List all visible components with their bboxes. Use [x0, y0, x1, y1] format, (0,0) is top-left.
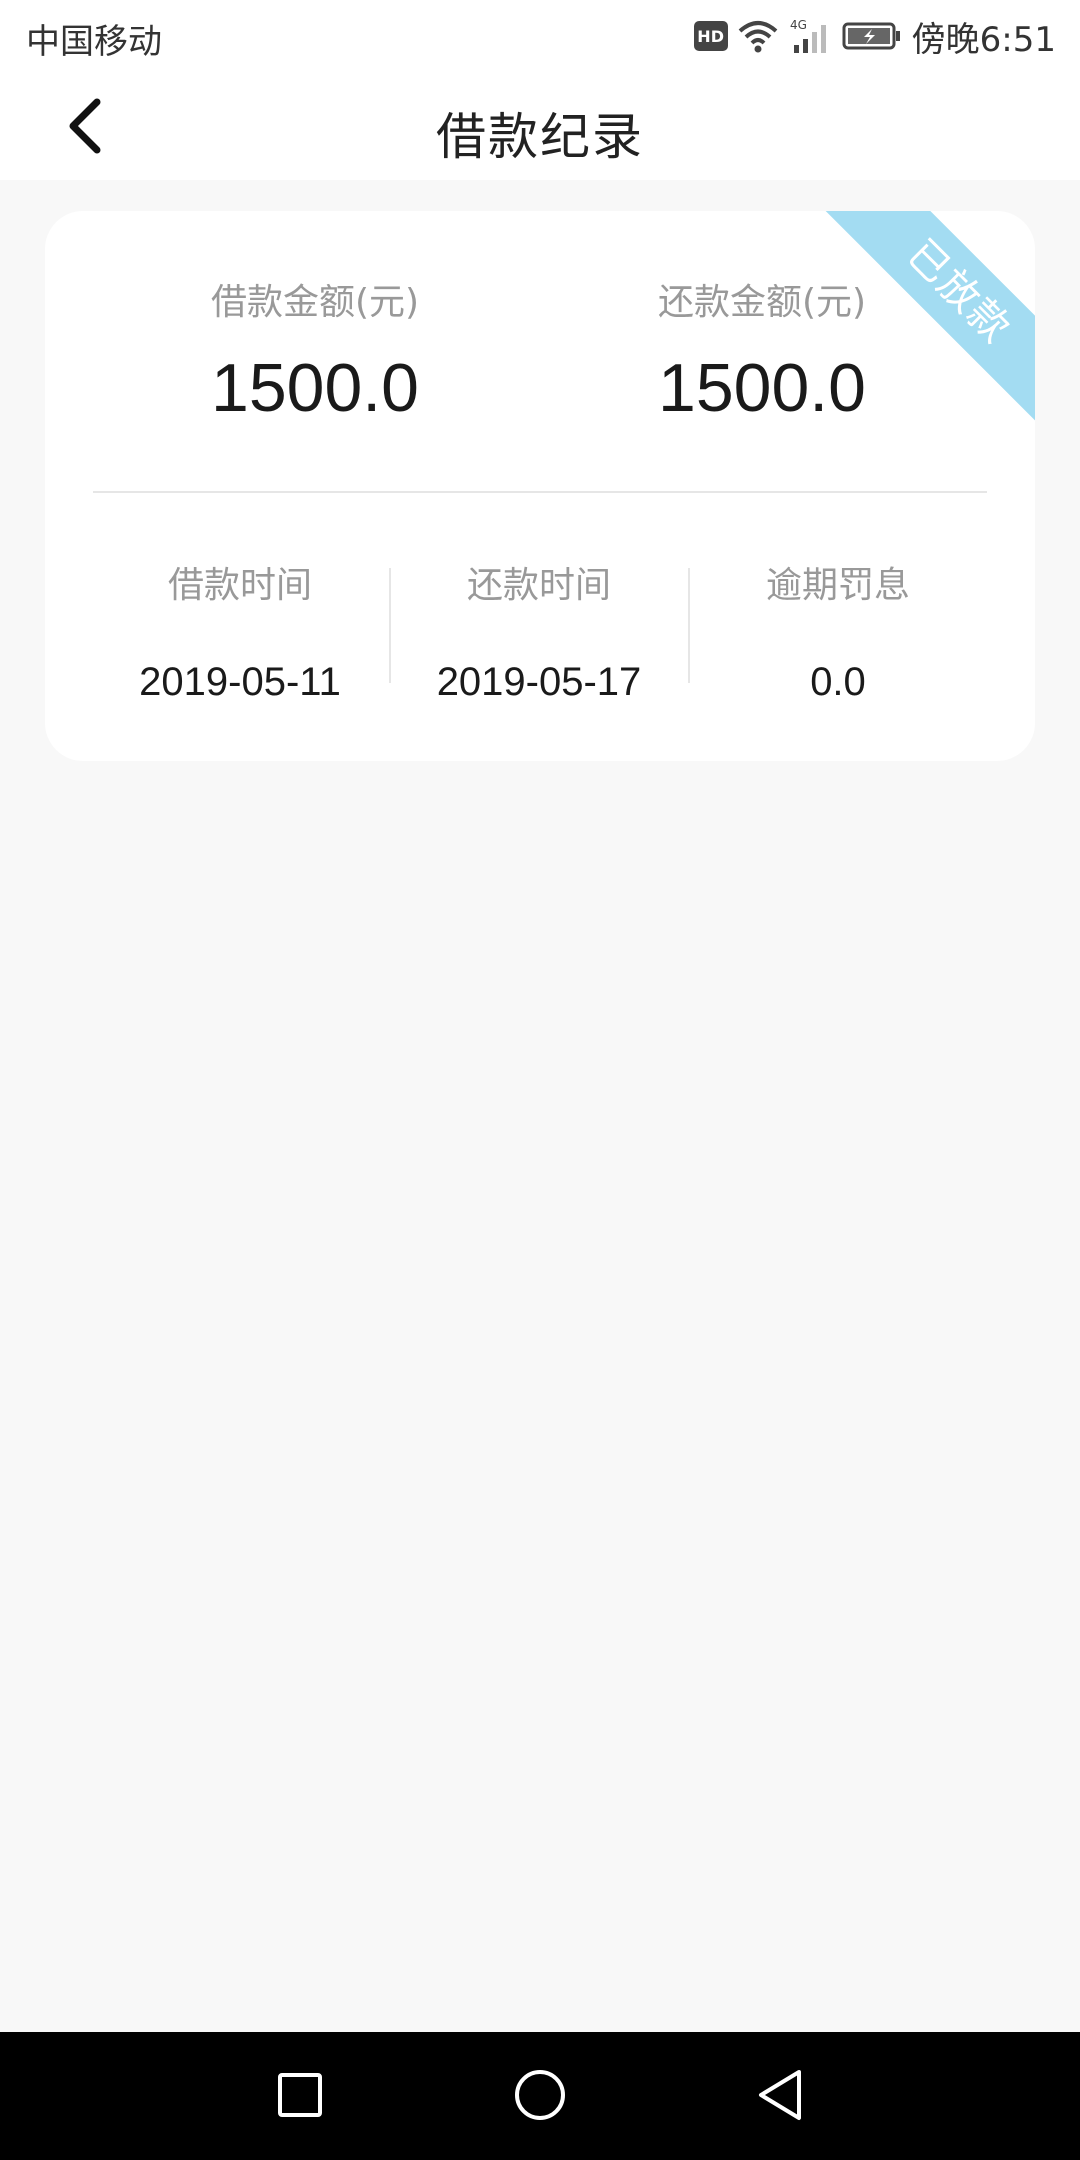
repay-date-label: 还款时间 — [466, 565, 611, 606]
card-divider — [93, 491, 987, 493]
loan-date-block: 借款时间 2019-05-11 — [90, 556, 390, 705]
system-nav-bar — [0, 2032, 1080, 2160]
status-bar: 中国移动 HD 4G 傍晚6:51 — [0, 0, 1080, 75]
signal-icon: 4G — [788, 17, 832, 55]
repay-amount-label: 还款金额(元) — [657, 282, 867, 323]
repay-date-value: 2019-05-17 — [436, 660, 642, 704]
overdue-fee-label: 逾期罚息 — [765, 565, 910, 606]
carrier-name: 中国移动 — [26, 22, 162, 62]
recent-apps-button[interactable] — [265, 2062, 335, 2132]
loan-record-card[interactable]: 已放款 借款金额(元) 1500.0 还款金额(元) 1500.0 借款时间 2… — [45, 211, 1035, 761]
overdue-fee-block: 逾期罚息 0.0 — [688, 556, 988, 705]
square-icon — [277, 2072, 323, 2122]
triangle-back-icon — [755, 2068, 805, 2126]
loan-amount-label: 借款金额(元) — [210, 282, 420, 323]
repay-amount-block: 还款金额(元) 1500.0 — [537, 273, 987, 427]
page-title: 借款纪录 — [436, 108, 644, 166]
status-icons: HD 4G 傍晚6:51 — [693, 10, 1056, 62]
hd-icon: HD — [693, 21, 728, 51]
loan-amount-block: 借款金额(元) 1500.0 — [90, 273, 540, 427]
repay-date-block: 还款时间 2019-05-17 — [389, 556, 689, 705]
battery-charging-icon — [842, 21, 902, 51]
nav-back-button[interactable] — [745, 2062, 815, 2132]
home-button[interactable] — [505, 2062, 575, 2132]
loan-date-label: 借款时间 — [167, 565, 312, 606]
loan-date-value: 2019-05-11 — [139, 660, 341, 704]
clock: 傍晚6:51 — [911, 19, 1056, 60]
wifi-icon — [738, 19, 778, 53]
loan-amount-value: 1500.0 — [211, 350, 419, 426]
svg-text:4G: 4G — [790, 18, 807, 32]
app-bar: 借款纪录 — [0, 75, 1080, 180]
repay-amount-value: 1500.0 — [658, 350, 866, 426]
overdue-fee-value: 0.0 — [810, 660, 866, 704]
circle-icon — [513, 2068, 567, 2126]
